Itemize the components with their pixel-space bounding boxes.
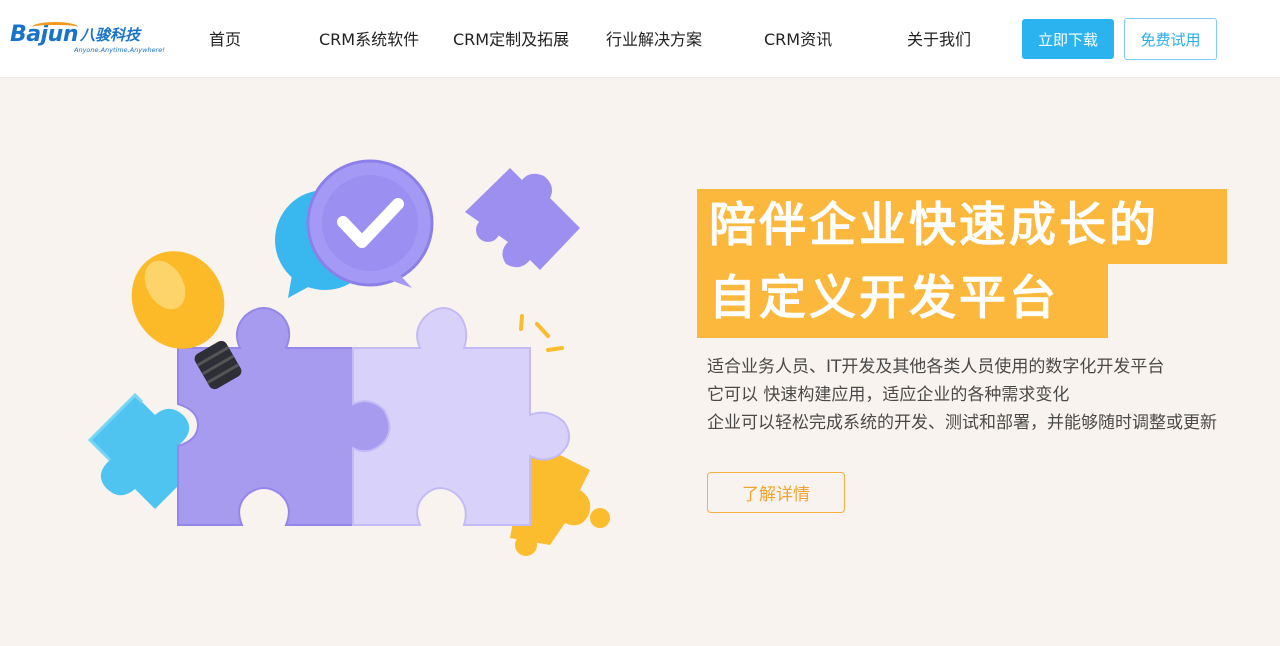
checkmark-bubble-icon — [306, 159, 434, 288]
sparkle-icon — [519, 314, 564, 352]
nav-item-solutions[interactable]: 行业解决方案 — [606, 28, 702, 52]
hero-title-line1: 陪伴企业快速成长的 — [697, 189, 1227, 264]
free-trial-button[interactable]: 免费试用 — [1124, 18, 1217, 60]
hero-title-line2: 自定义开发平台 — [697, 262, 1108, 338]
hero-illustration — [87, 159, 610, 556]
nav-item-about[interactable]: 关于我们 — [907, 28, 971, 52]
download-button[interactable]: 立即下载 — [1022, 19, 1114, 59]
nav-item-home[interactable]: 首页 — [209, 28, 241, 52]
logo-tagline: Anyone,Anytime,Anywhere! — [74, 46, 165, 54]
logo-swoosh-icon — [32, 22, 78, 32]
hero-desc-line2: 它可以 快速构建应用，适应企业的各种需求变化 — [707, 385, 1070, 405]
nav-item-crm-software[interactable]: CRM系统软件 — [319, 28, 419, 52]
logo-cn-name: 八骏科技 — [79, 26, 140, 44]
learn-more-button[interactable]: 了解详情 — [707, 472, 845, 513]
hero-desc-line3: 企业可以轻松完成系统的开发、测试和部署，并能够随时调整或更新 — [707, 413, 1217, 433]
logo[interactable]: Bajun 八骏科技 Anyone,Anytime,Anywhere! — [10, 22, 165, 60]
hero-desc-line1: 适合业务人员、IT开发及其他各类人员使用的数字化开发平台 — [707, 357, 1165, 377]
nav-item-crm-custom[interactable]: CRM定制及拓展 — [453, 28, 569, 52]
purple-puzzle-top-icon — [465, 168, 580, 270]
site-header: Bajun 八骏科技 Anyone,Anytime,Anywhere! 首页 C… — [0, 0, 1280, 78]
nav-item-news[interactable]: CRM资讯 — [764, 28, 832, 52]
